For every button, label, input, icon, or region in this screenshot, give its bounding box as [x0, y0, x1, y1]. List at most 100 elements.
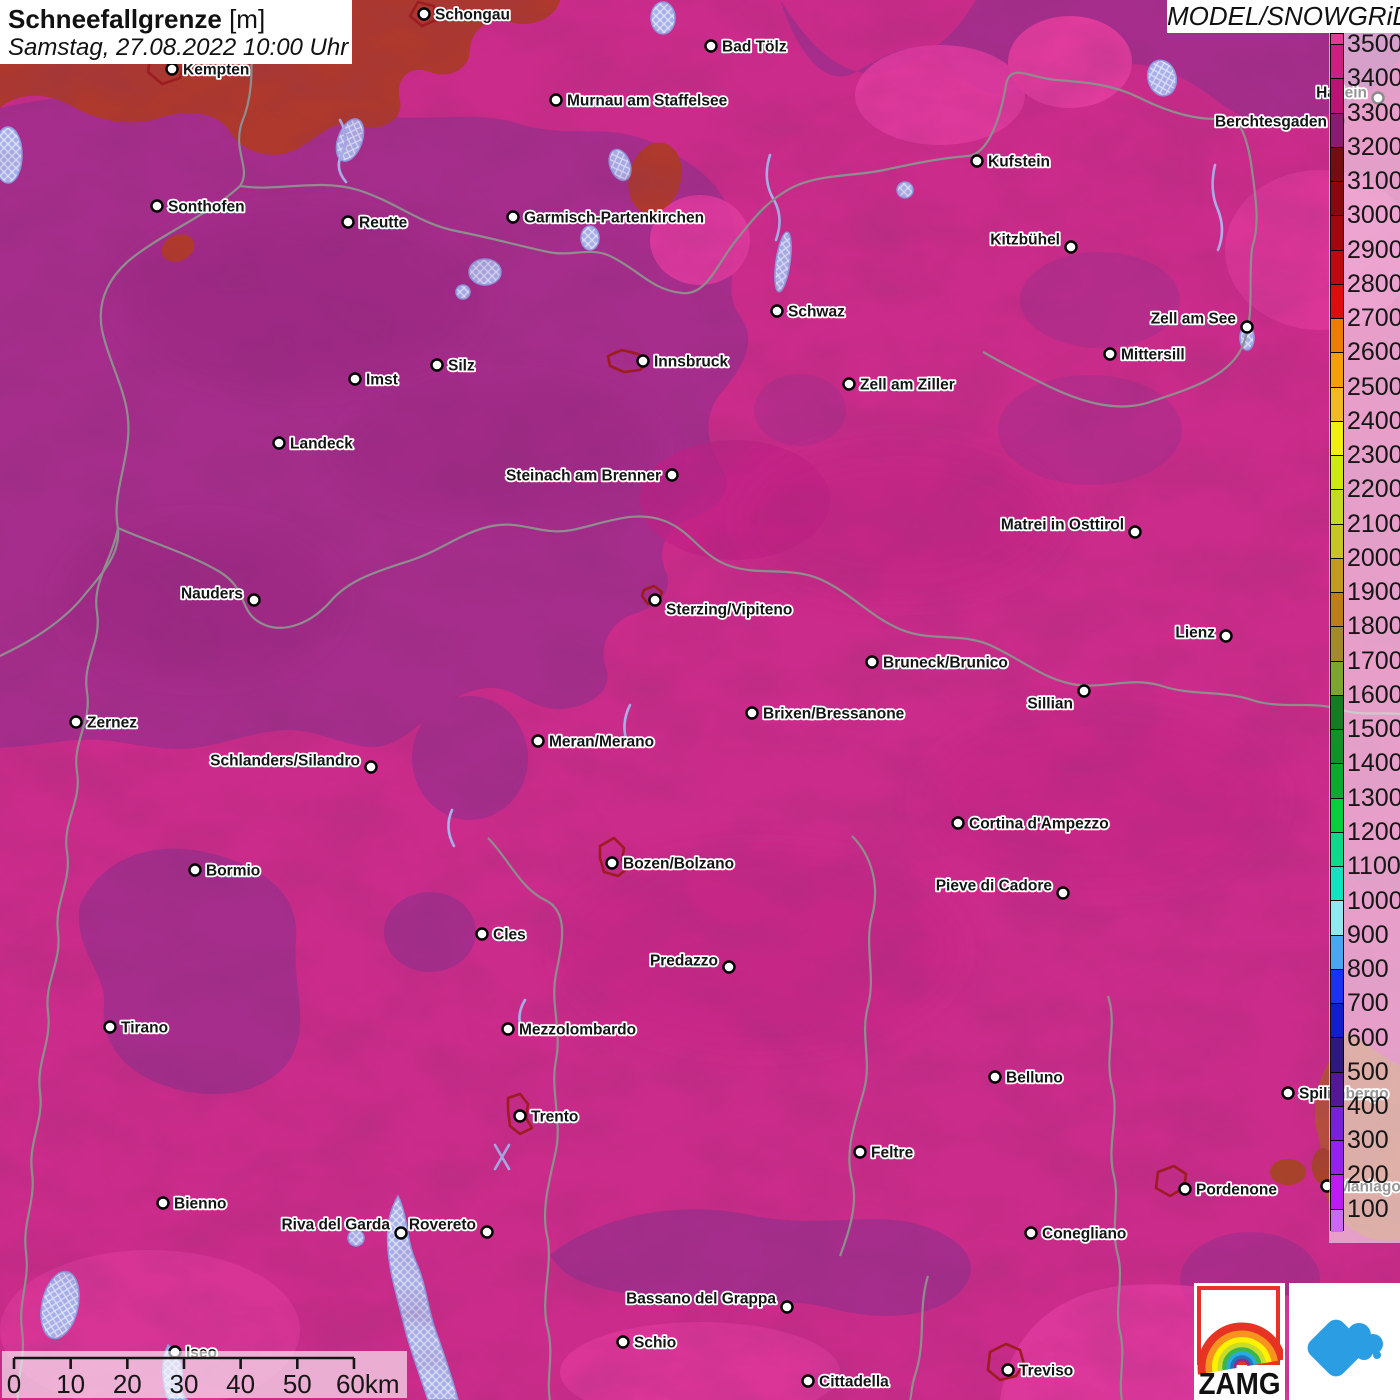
city-dot: [724, 962, 735, 973]
title-heading: Schneefallgrenze: [8, 4, 222, 34]
scalebar-graphic: 0102030405060km: [2, 1351, 407, 1398]
mountain-cloud-icon: [1289, 1283, 1400, 1400]
city-dot: [343, 217, 354, 228]
model-label-box: MODEL/SNOWGRiD: [1167, 0, 1400, 33]
city-label: Schlanders/Silandro: [210, 753, 360, 770]
city-dot: [249, 595, 260, 606]
city-label: Bruneck/Brunico: [883, 655, 1008, 672]
city-dot: [618, 1337, 629, 1348]
city-dot: [867, 657, 878, 668]
scalebar-label: 0: [7, 1369, 21, 1398]
city-dot: [953, 818, 964, 829]
scalebar-label: 60km: [336, 1369, 400, 1398]
city-dot: [1105, 349, 1116, 360]
city-dot: [551, 95, 562, 106]
city-dot: [1242, 322, 1253, 333]
city-dot: [1180, 1184, 1191, 1195]
city-dot: [972, 156, 983, 167]
page-title: Schneefallgrenze [m]: [8, 4, 342, 34]
city-dot: [167, 64, 178, 75]
city-label: Silz: [448, 358, 475, 375]
city-label: Schwaz: [788, 304, 845, 321]
city-label: Cles: [493, 927, 526, 944]
city-label: Riva del Garda: [281, 1217, 390, 1234]
city-label: Garmisch-Partenkirchen: [524, 210, 704, 227]
city-label: Bozen/Bolzano: [623, 856, 734, 873]
title-datetime: Samstag, 27.08.2022 10:00 Uhr: [8, 34, 342, 62]
city-dot: [1003, 1365, 1014, 1376]
city-dot: [482, 1227, 493, 1238]
city-dot: [772, 306, 783, 317]
title-box: Schneefallgrenze [m] Samstag, 27.08.2022…: [0, 0, 352, 64]
city-label: Conegliano: [1042, 1226, 1126, 1243]
city-dot: [432, 360, 443, 371]
city-label: Kitzbühel: [990, 232, 1060, 249]
snow-report-logo-box: [1289, 1283, 1400, 1400]
city-label: Kufstein: [988, 154, 1050, 171]
city-dot: [1026, 1228, 1037, 1239]
city-label: Feltre: [871, 1145, 914, 1162]
city-label: Bassano del Grappa: [626, 1291, 776, 1308]
city-dot: [782, 1302, 793, 1313]
scalebar-label: 20: [113, 1369, 142, 1398]
map-canvas: SchongauBad TölzKemptenMurnau am Staffel…: [0, 0, 1400, 1400]
city-marker: Mezzolombardo: [503, 1022, 637, 1039]
city-dot: [650, 595, 661, 606]
city-marker: Berchtesgaden: [1215, 114, 1343, 131]
city-dot: [1079, 686, 1090, 697]
city-label: Schio: [634, 1335, 676, 1352]
zamg-wordmark: ZAMG: [1199, 1366, 1281, 1400]
city-dot: [366, 762, 377, 773]
city-dot: [1058, 888, 1069, 899]
city-label: Berchtesgaden: [1215, 114, 1327, 131]
city-label: Belluno: [1006, 1070, 1063, 1087]
city-label: Imst: [366, 372, 398, 389]
city-label: Lienz: [1175, 625, 1215, 642]
city-label: Mittersill: [1121, 347, 1185, 364]
city-label: Sillian: [1027, 696, 1073, 713]
scalebar-label: 50: [283, 1369, 312, 1398]
city-marker: Bruneck/Brunico: [867, 655, 1008, 672]
city-marker: Steinach am Brenner: [506, 468, 678, 485]
city-label: Reutte: [359, 215, 408, 232]
city-label: Sonthofen: [168, 199, 245, 216]
city-label: Murnau am Staffelsee: [567, 93, 728, 110]
city-marker: Zell am Ziller: [844, 377, 955, 394]
city-dot: [706, 41, 717, 52]
cloud-shape: [1355, 1342, 1373, 1360]
city-dot: [190, 865, 201, 876]
city-label: Matrei in Osttirol: [1001, 517, 1124, 534]
city-label: Zernez: [87, 715, 137, 732]
city-dot: [419, 9, 430, 20]
city-dot: [158, 1198, 169, 1209]
city-dot: [1221, 631, 1232, 642]
city-label: Pieve di Cadore: [936, 878, 1053, 895]
city-label: Sterzing/Vipiteno: [666, 602, 792, 619]
city-label: Brixen/Bressanone: [763, 706, 905, 723]
city-marker: Bozen/Bolzano: [607, 856, 735, 873]
scalebar-label: 40: [226, 1369, 255, 1398]
city-dot: [350, 374, 361, 385]
city-label: Predazzo: [650, 953, 718, 970]
city-dot: [533, 736, 544, 747]
city-dot: [803, 1376, 814, 1387]
zamg-logo: ZAMG: [1194, 1283, 1285, 1400]
city-dot: [503, 1024, 514, 1035]
snowfall-limit-map-product: SchongauBad TölzKemptenMurnau am Staffel…: [0, 0, 1400, 1400]
city-label: Bienno: [174, 1196, 227, 1213]
city-label: Bormio: [206, 863, 260, 880]
city-label: Cittadella: [819, 1374, 889, 1391]
city-dot: [152, 201, 163, 212]
city-dot: [71, 717, 82, 728]
city-marker: Garmisch-Partenkirchen: [508, 210, 705, 227]
city-dot: [747, 708, 758, 719]
city-dot: [515, 1111, 526, 1122]
map-scalebar: 0102030405060km: [2, 1351, 407, 1398]
city-marker: Cortina d'Ampezzo: [953, 816, 1109, 833]
city-dot: [508, 212, 519, 223]
city-dot: [1066, 242, 1077, 253]
city-label: Innsbruck: [654, 354, 728, 371]
city-label: Bad Tölz: [722, 39, 787, 56]
model-label: MODEL/SNOWGRiD: [1167, 1, 1400, 31]
city-dot: [638, 356, 649, 367]
